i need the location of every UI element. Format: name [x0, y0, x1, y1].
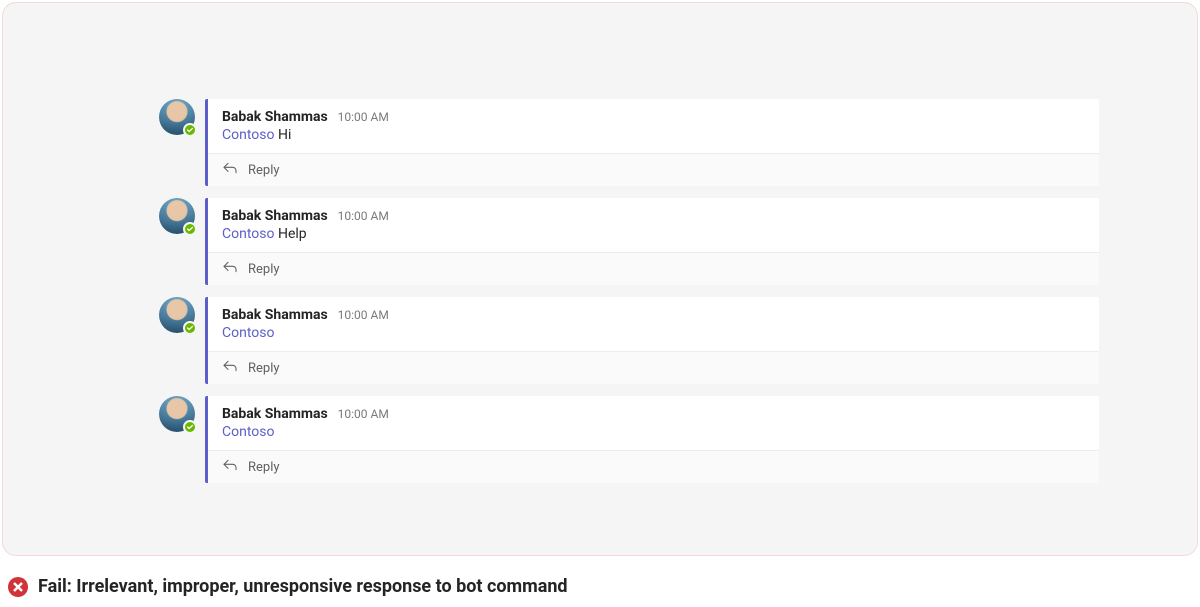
avatar[interactable]: [159, 198, 195, 234]
mention[interactable]: Contoso: [222, 127, 274, 143]
presence-available-icon: [183, 420, 197, 434]
author-name: Babak Shammas: [222, 109, 328, 125]
message-body: Contoso Help: [222, 226, 1083, 242]
message-feed: Babak Shammas 10:00 AM Contoso Hi Reply: [159, 99, 1099, 495]
chat-post: Babak Shammas 10:00 AM Contoso Help Repl…: [159, 198, 1099, 285]
timestamp: 10:00 AM: [338, 209, 389, 223]
status-bar: Fail: Irrelevant, improper, unresponsive…: [8, 576, 568, 597]
message-card: Babak Shammas 10:00 AM Contoso Hi Reply: [205, 99, 1099, 186]
message-card: Babak Shammas 10:00 AM Contoso Help Repl…: [205, 198, 1099, 285]
author-name: Babak Shammas: [222, 406, 328, 422]
chat-post: Babak Shammas 10:00 AM Contoso Hi Reply: [159, 99, 1099, 186]
reply-button[interactable]: Reply: [208, 451, 1099, 483]
chat-frame: Babak Shammas 10:00 AM Contoso Hi Reply: [2, 2, 1198, 556]
timestamp: 10:00 AM: [338, 407, 389, 421]
message-body: Contoso: [222, 424, 1083, 440]
avatar[interactable]: [159, 99, 195, 135]
reply-label: Reply: [248, 361, 280, 376]
reply-icon: [222, 459, 238, 475]
chat-post: Babak Shammas 10:00 AM Contoso Reply: [159, 297, 1099, 384]
mention[interactable]: Contoso: [222, 226, 274, 242]
presence-available-icon: [183, 222, 197, 236]
reply-icon: [222, 261, 238, 277]
message-text: Help: [278, 226, 307, 242]
presence-available-icon: [183, 123, 197, 137]
author-name: Babak Shammas: [222, 208, 328, 224]
timestamp: 10:00 AM: [338, 308, 389, 322]
mention[interactable]: Contoso: [222, 325, 274, 341]
reply-icon: [222, 162, 238, 178]
reply-button[interactable]: Reply: [208, 154, 1099, 186]
message-body: Contoso Hi: [222, 127, 1083, 143]
message-card: Babak Shammas 10:00 AM Contoso Reply: [205, 396, 1099, 483]
presence-available-icon: [183, 321, 197, 335]
reply-button[interactable]: Reply: [208, 253, 1099, 285]
avatar[interactable]: [159, 297, 195, 333]
reply-icon: [222, 360, 238, 376]
reply-label: Reply: [248, 163, 280, 178]
timestamp: 10:00 AM: [338, 110, 389, 124]
avatar[interactable]: [159, 396, 195, 432]
mention[interactable]: Contoso: [222, 424, 274, 440]
reply-label: Reply: [248, 262, 280, 277]
message-body: Contoso: [222, 325, 1083, 341]
message-card: Babak Shammas 10:00 AM Contoso Reply: [205, 297, 1099, 384]
status-text: Fail: Irrelevant, improper, unresponsive…: [38, 576, 568, 597]
reply-button[interactable]: Reply: [208, 352, 1099, 384]
message-text: Hi: [278, 127, 291, 143]
fail-icon: [8, 577, 28, 597]
author-name: Babak Shammas: [222, 307, 328, 323]
reply-label: Reply: [248, 460, 280, 475]
chat-post: Babak Shammas 10:00 AM Contoso Reply: [159, 396, 1099, 483]
